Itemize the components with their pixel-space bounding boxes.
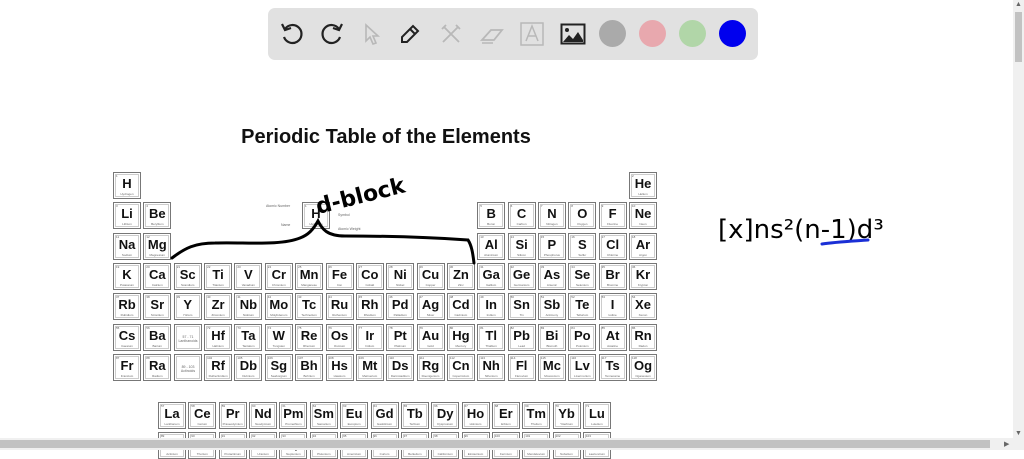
element-name: Lawrencium [588, 452, 605, 456]
scroll-right-icon[interactable]: ▶ [1004, 440, 1009, 448]
element-name: Neptunium [286, 452, 301, 456]
scroll-down-icon[interactable]: ▼ [1015, 430, 1022, 437]
horizontal-scrollbar[interactable]: ▶ [0, 438, 1024, 450]
element-name: Mendelevium [527, 452, 546, 456]
element-name: Plutonium [317, 452, 331, 456]
element-name: Fermium [499, 452, 512, 456]
element-name: Protactinium [224, 452, 242, 456]
element-name: Actinium [166, 452, 178, 456]
element-name: Berkelium [408, 452, 422, 456]
horizontal-scroll-thumb[interactable] [0, 440, 990, 448]
handwritten-annotations: d-block [x]ns²(n-1)d³ [170, 173, 884, 265]
element-name: Thorium [196, 452, 208, 456]
element-name: Uranium [257, 452, 269, 456]
d-block-label: d-block [313, 173, 409, 220]
element-name: Einsteinium [467, 452, 484, 456]
element-name: Nobelium [560, 452, 573, 456]
element-name: Americium [347, 452, 362, 456]
element-name: Californium [437, 452, 453, 456]
vertical-scrollbar[interactable]: ▲ ▼ [1013, 0, 1024, 438]
d-block-bracket [170, 217, 476, 265]
element-name: Curium [379, 452, 390, 456]
scroll-up-icon[interactable]: ▲ [1015, 1, 1022, 8]
vertical-scroll-thumb[interactable] [1015, 12, 1022, 62]
